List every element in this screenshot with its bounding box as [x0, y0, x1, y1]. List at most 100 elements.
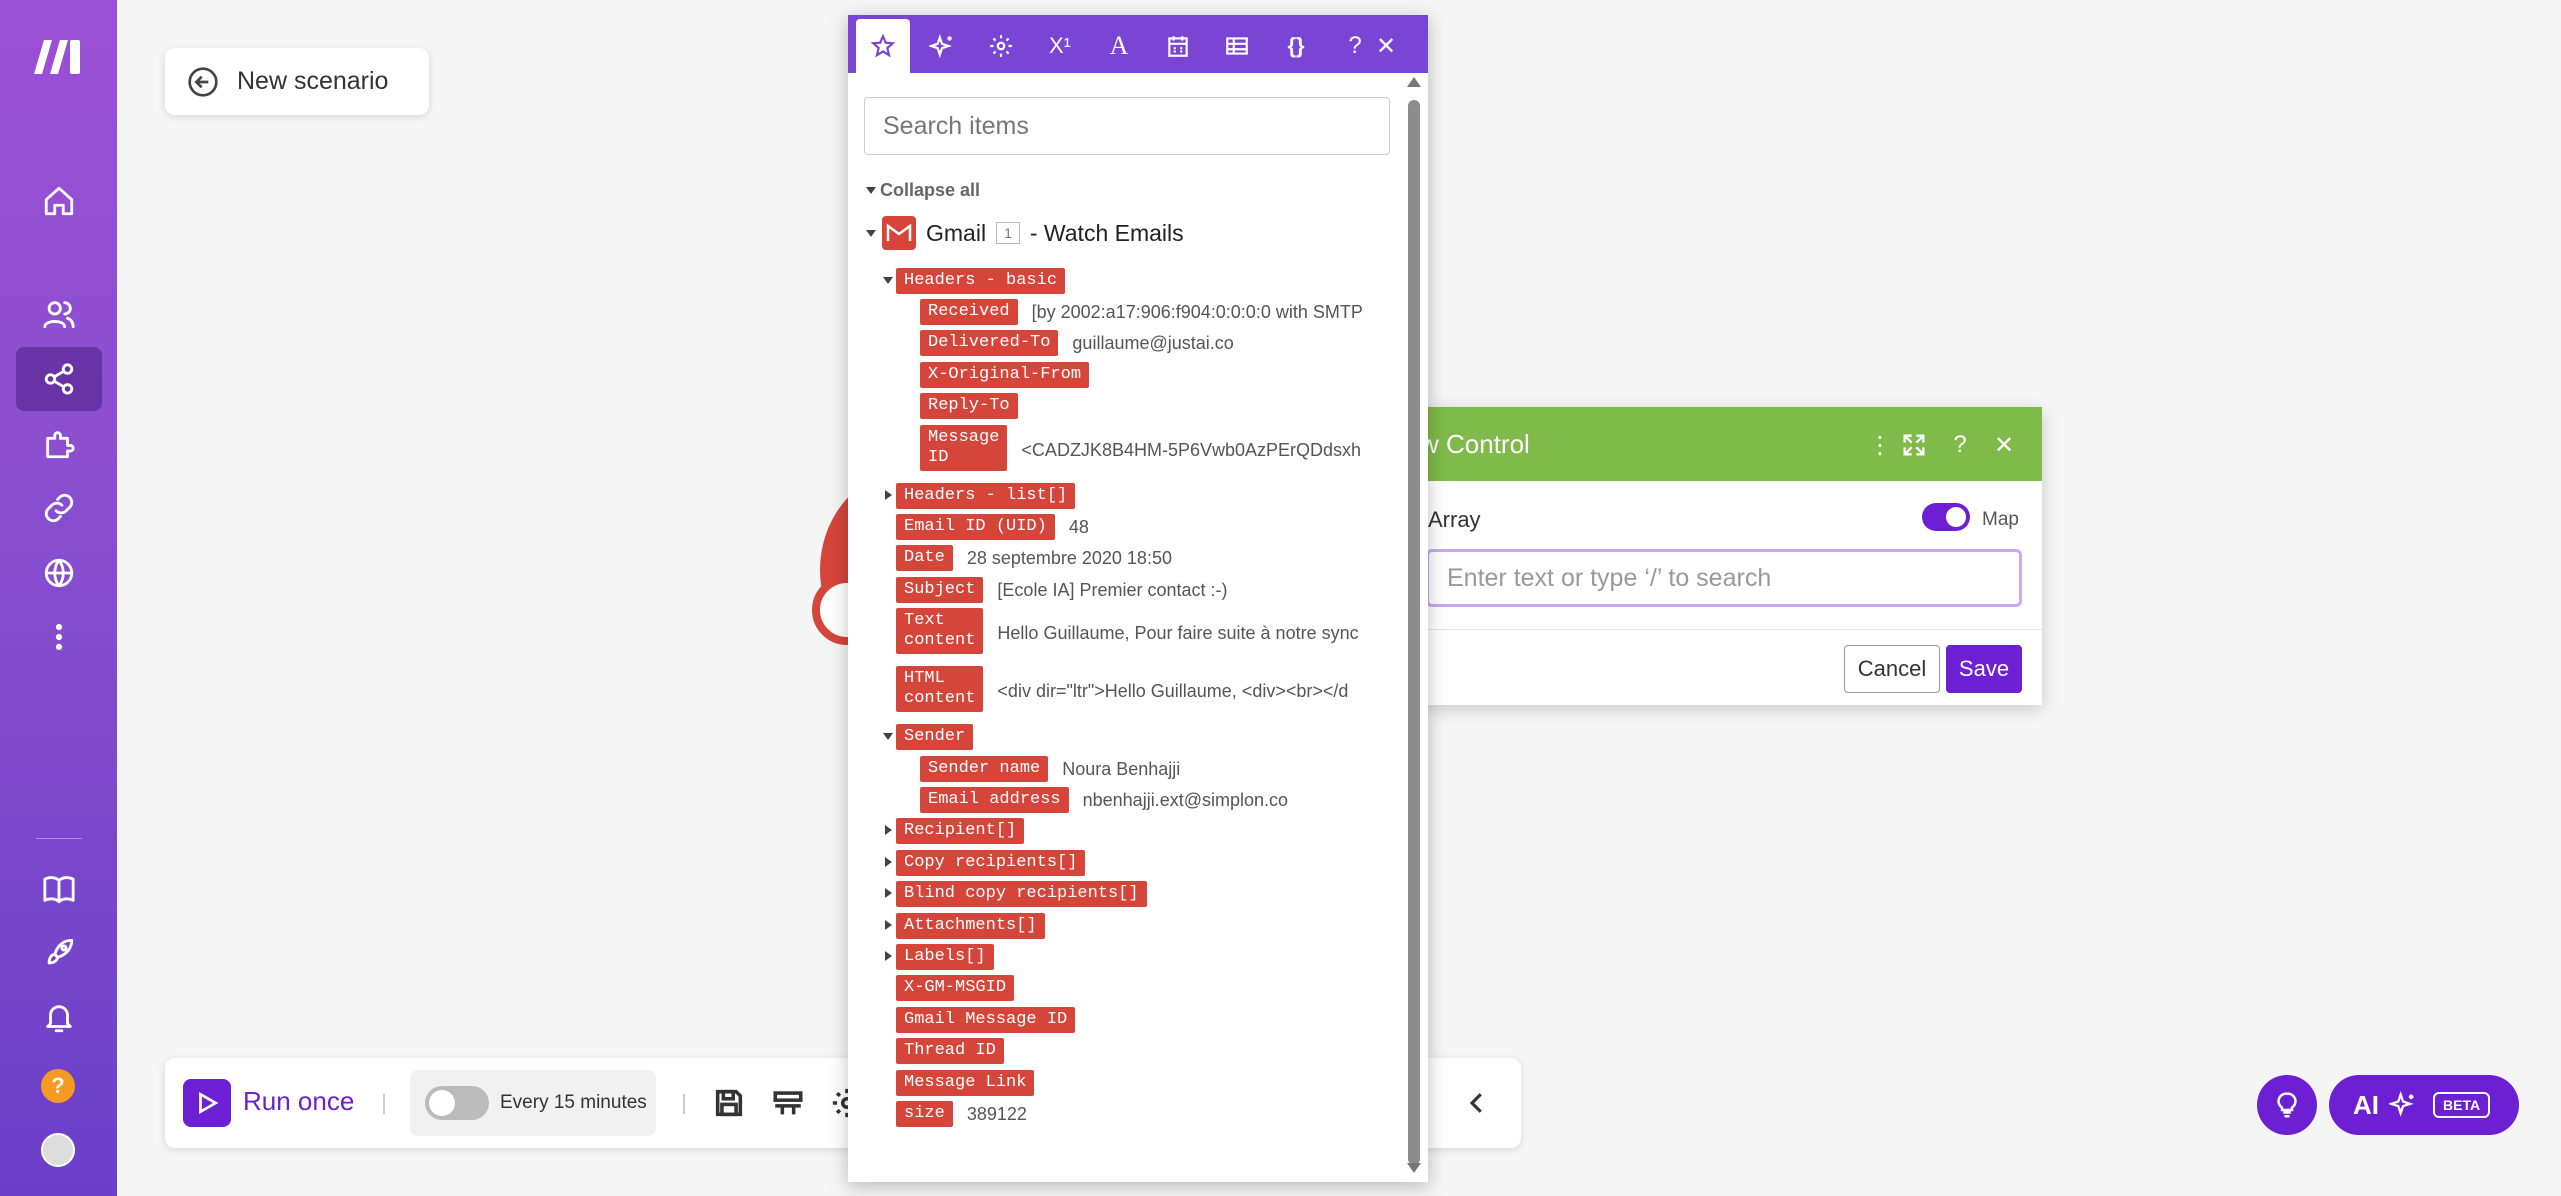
- avatar[interactable]: [41, 1133, 75, 1167]
- module-header[interactable]: Gmail 1 - Watch Emails: [882, 216, 1184, 250]
- tree-item[interactable]: size 389122: [896, 1101, 1027, 1127]
- item-label[interactable]: Thread ID: [896, 1038, 1004, 1064]
- expand-caret-icon[interactable]: [885, 490, 892, 500]
- item-label[interactable]: Gmail Message ID: [896, 1007, 1076, 1033]
- expand-icon[interactable]: [1900, 431, 1928, 459]
- item-label[interactable]: X-Original-From: [920, 362, 1090, 388]
- dialog-help-icon[interactable]: ?: [1946, 431, 1974, 459]
- chevron-left-icon[interactable]: [1462, 1088, 1492, 1118]
- item-label[interactable]: Sender: [896, 724, 974, 750]
- item-label[interactable]: Reply-To: [920, 393, 1018, 419]
- item-label[interactable]: Subject: [896, 577, 984, 603]
- item-label[interactable]: Date: [896, 545, 953, 571]
- item-label[interactable]: Delivered-To: [920, 330, 1059, 356]
- sidebar-item-docs[interactable]: [16, 857, 102, 921]
- tree-item[interactable]: Subject [Ecole IA] Premier contact :-): [896, 577, 1228, 603]
- tab-math[interactable]: X¹: [1033, 19, 1087, 73]
- cancel-button[interactable]: Cancel: [1844, 645, 1940, 693]
- tab-json[interactable]: {}: [1269, 19, 1323, 73]
- expand-caret-icon[interactable]: [885, 888, 892, 898]
- ai-assistant-button[interactable]: AI BETA: [2329, 1075, 2519, 1135]
- scroll-up-arrow[interactable]: [1407, 77, 1421, 87]
- schedule-label[interactable]: Every 15 minutes: [500, 1092, 647, 1114]
- item-label[interactable]: Sender name: [920, 756, 1049, 782]
- item-label[interactable]: Headers - basic: [896, 268, 1066, 294]
- tree-item[interactable]: Message ID <CADZJK8B4HM-5P6Vwb0AzPErQDds…: [920, 425, 1381, 471]
- sidebar-item-team[interactable]: [16, 282, 102, 346]
- help-icon[interactable]: ?: [41, 1069, 75, 1103]
- sidebar-item-launch[interactable]: [16, 921, 102, 985]
- tree-item[interactable]: Email ID (UID) 48: [896, 514, 1089, 540]
- collapse-all-link[interactable]: Collapse all: [880, 180, 980, 201]
- tree-item[interactable]: Delivered-To guillaume@justai.co: [920, 330, 1234, 356]
- sidebar-item-apps[interactable]: [16, 412, 102, 476]
- item-label[interactable]: Text content: [896, 608, 984, 654]
- save-button[interactable]: Save: [1946, 645, 2022, 693]
- array-input[interactable]: Enter text or type ‘/’ to search: [1426, 549, 2022, 607]
- tree-item[interactable]: Received [by 2002:a17:906:f904:0:0:0:0 w…: [920, 299, 1382, 325]
- item-label[interactable]: Received: [920, 299, 1018, 325]
- tree-item[interactable]: Date 28 septembre 2020 18:50: [896, 545, 1172, 571]
- tree-item[interactable]: Recipient[]: [896, 818, 1025, 844]
- scrollbar-thumb[interactable]: [1408, 100, 1420, 1165]
- item-label[interactable]: X-GM-MSGID: [896, 975, 1015, 1001]
- schedule-toggle[interactable]: [425, 1086, 489, 1120]
- scenario-title[interactable]: New scenario: [237, 67, 388, 96]
- expand-caret-icon[interactable]: [885, 857, 892, 867]
- tree-item[interactable]: Sender name Noura Benhajji: [920, 756, 1180, 782]
- kebab-menu-icon[interactable]: ⋮: [1866, 431, 1894, 459]
- tree-item[interactable]: Headers - basic: [896, 268, 1066, 294]
- item-label[interactable]: Message Link: [896, 1070, 1035, 1096]
- hint-button[interactable]: [2257, 1075, 2317, 1135]
- tree-item[interactable]: Text content Hello Guillaume, Pour faire…: [896, 608, 1377, 654]
- make-logo-icon[interactable]: [28, 34, 88, 78]
- expand-caret-icon[interactable]: [885, 951, 892, 961]
- collapse-caret-icon[interactable]: [866, 187, 876, 194]
- sidebar-item-connections[interactable]: [16, 476, 102, 540]
- sidebar-item-more[interactable]: [16, 605, 102, 669]
- item-label[interactable]: Headers - list[]: [896, 483, 1076, 509]
- tree-item[interactable]: Labels[]: [896, 944, 994, 970]
- item-label[interactable]: Email address: [920, 787, 1069, 813]
- save-scenario-button[interactable]: [712, 1086, 746, 1120]
- tab-general-functions[interactable]: [974, 19, 1028, 73]
- tab-text[interactable]: A: [1092, 19, 1146, 73]
- sidebar-item-scenarios[interactable]: [16, 347, 102, 411]
- scroll-down-arrow[interactable]: [1407, 1163, 1421, 1173]
- item-label[interactable]: Copy recipients[]: [896, 850, 1086, 876]
- map-toggle[interactable]: [1922, 503, 1970, 531]
- tab-array[interactable]: [1210, 19, 1264, 73]
- tree-item[interactable]: Blind copy recipients[]: [896, 881, 1147, 907]
- tree-item[interactable]: Attachments[]: [896, 913, 1045, 939]
- tree-item[interactable]: Gmail Message ID: [896, 1007, 1076, 1033]
- item-label[interactable]: HTML content: [896, 666, 984, 712]
- tree-item[interactable]: HTML content <div dir="ltr">Hello Guilla…: [896, 666, 1377, 712]
- expand-caret-icon[interactable]: [885, 920, 892, 930]
- tree-item[interactable]: Thread ID: [896, 1038, 1004, 1064]
- tab-favorites[interactable]: [856, 19, 910, 73]
- close-icon[interactable]: ✕: [1990, 431, 2018, 459]
- tree-item[interactable]: Email address nbenhajji.ext@simplon.co: [920, 787, 1288, 813]
- item-label[interactable]: Message ID: [920, 425, 1008, 471]
- search-input[interactable]: Search items: [864, 97, 1390, 155]
- run-once-label[interactable]: Run once: [243, 1086, 354, 1117]
- tree-item[interactable]: Message Link: [896, 1070, 1035, 1096]
- scenario-title-pill[interactable]: New scenario: [165, 48, 429, 115]
- tab-date[interactable]: [1151, 19, 1205, 73]
- sidebar-item-notifications[interactable]: [16, 986, 102, 1050]
- tab-ai[interactable]: [915, 19, 969, 73]
- expand-caret-icon[interactable]: [883, 277, 893, 284]
- run-once-button[interactable]: [183, 1079, 231, 1127]
- panel-close-button[interactable]: ✕: [1366, 19, 1406, 73]
- tree-item[interactable]: Headers - list[]: [896, 483, 1076, 509]
- tree-item[interactable]: Reply-To: [920, 393, 1018, 419]
- tree-item[interactable]: X-GM-MSGID: [896, 975, 1015, 1001]
- back-arrow-icon[interactable]: [187, 66, 219, 98]
- item-label[interactable]: Recipient[]: [896, 818, 1025, 844]
- layout-button[interactable]: [771, 1086, 805, 1120]
- tree-item[interactable]: Copy recipients[]: [896, 850, 1086, 876]
- expand-caret-icon[interactable]: [883, 733, 893, 740]
- sidebar-item-home[interactable]: [16, 169, 102, 233]
- item-label[interactable]: Blind copy recipients[]: [896, 881, 1147, 907]
- module-caret-icon[interactable]: [866, 230, 876, 237]
